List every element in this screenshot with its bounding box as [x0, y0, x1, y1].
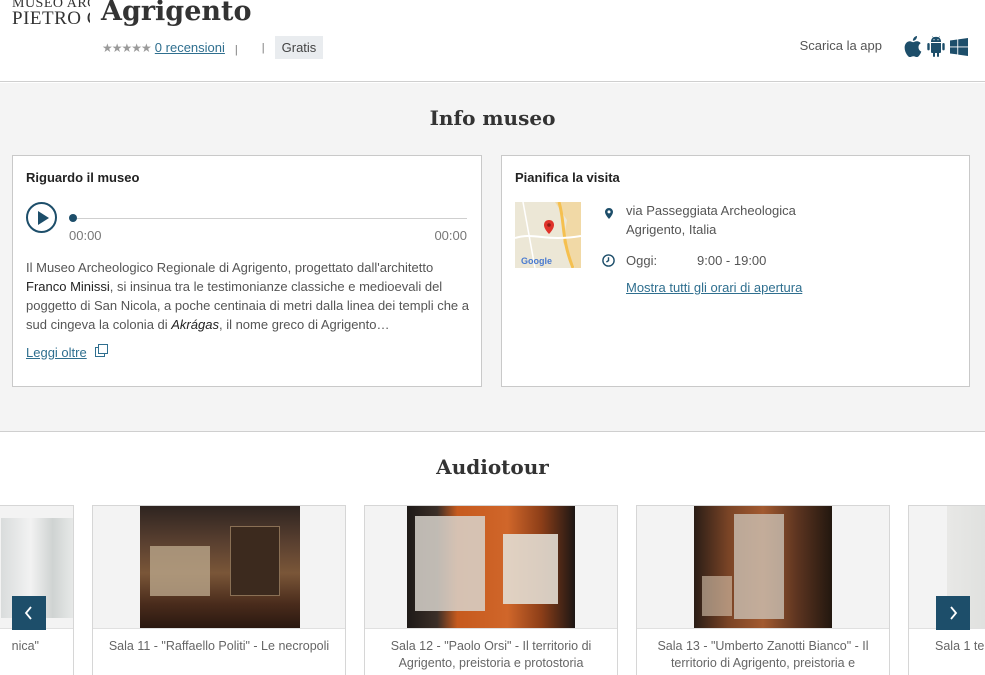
- audiotour-caption: Sala 12 - "Paolo Orsi" - Il territorio d…: [365, 628, 617, 675]
- audiotour-caption: Sala 13 - "Umberto Zanotti Bianco" - Il …: [637, 628, 889, 675]
- title-meta: ★★★★★ 0 recensioni | | Gratis: [102, 35, 324, 60]
- map-attribution: Google: [521, 256, 552, 266]
- carousel-next-button[interactable]: [936, 596, 970, 630]
- windows-icon[interactable]: [950, 36, 968, 57]
- audiotour-item[interactable]: nica": [0, 505, 74, 675]
- about-card-title: Riguardo il museo: [26, 170, 140, 185]
- museum-description: Il Museo Archeologico Regionale di Agrig…: [26, 258, 476, 334]
- audiotour-item[interactable]: Sala 11 - "Raffaello Politi" - Le necrop…: [92, 505, 346, 675]
- page-title: Agrigento: [101, 0, 252, 27]
- app-store-icons: [903, 36, 968, 57]
- address-line-2: Agrigento, Italia: [626, 222, 717, 237]
- audiotour-section: Audiotour nica" Sala 11 - "Raffaello Pol…: [0, 433, 985, 675]
- map-thumbnail[interactable]: Google: [515, 202, 581, 268]
- audio-duration: 00:00: [434, 228, 467, 243]
- location-pin-icon: [605, 206, 613, 224]
- museum-logo[interactable]: MUSEO ARCH PIETRO GRIFFO: [12, 0, 90, 34]
- info-section: Info museo Riguardo il museo 00:00 00:00…: [0, 83, 985, 432]
- audiotour-item[interactable]: Sala 13 - "Umberto Zanotti Bianco" - Il …: [636, 505, 890, 675]
- read-more-link[interactable]: Leggi oltre: [26, 345, 87, 360]
- audiotour-caption: Sala 1 terri: [909, 628, 985, 675]
- visit-card-title: Pianifica la visita: [515, 170, 620, 185]
- apple-icon[interactable]: [903, 36, 922, 57]
- download-app-label: Scarica la app: [799, 38, 882, 53]
- audiotour-caption: Sala 11 - "Raffaello Politi" - Le necrop…: [93, 628, 345, 675]
- info-section-title: Info museo: [429, 106, 556, 130]
- today-hours: 9:00 - 19:00: [697, 253, 767, 268]
- price-badge: Gratis: [274, 36, 324, 59]
- carousel-prev-button[interactable]: [12, 596, 46, 630]
- chevron-right-icon: [950, 606, 958, 620]
- audiotour-item[interactable]: Sala 1 terri: [908, 505, 985, 675]
- all-opening-hours-link[interactable]: Mostra tutti gli orari di apertura: [626, 280, 802, 295]
- audio-progress-track[interactable]: [71, 218, 467, 219]
- audiotour-photo: [407, 506, 575, 628]
- description-text: Il Museo Archeologico Regionale di Agrig…: [26, 260, 434, 275]
- greek-name: Akrágas: [171, 317, 219, 332]
- about-museum-card: Riguardo il museo 00:00 00:00 Il Museo A…: [12, 155, 482, 387]
- description-text: , il nome greco di Agrigento…: [218, 317, 390, 332]
- architect-name: Franco Minissi: [26, 279, 110, 294]
- audiotour-section-title: Audiotour: [436, 455, 549, 479]
- address-line-1: via Passeggiata Archeologica: [626, 203, 796, 218]
- clock-icon: [602, 254, 615, 272]
- plan-visit-card: Pianifica la visita Google via Passeggia…: [501, 155, 970, 387]
- audiotour-caption: nica": [0, 628, 73, 675]
- separator: |: [261, 42, 265, 54]
- today-label: Oggi:: [626, 253, 658, 268]
- header: MUSEO ARCH PIETRO GRIFFO Agrigento ★★★★★…: [0, 0, 985, 82]
- external-link-icon[interactable]: [95, 344, 108, 357]
- audiotour-photo: [694, 506, 832, 628]
- separator: |: [234, 43, 238, 56]
- android-icon[interactable]: [927, 36, 945, 57]
- rating-stars: ★★★★★: [102, 40, 152, 55]
- play-button[interactable]: [26, 202, 57, 233]
- chevron-left-icon: [24, 606, 32, 620]
- logo-line-2: PIETRO GRIFFO: [12, 8, 90, 29]
- audio-progress-handle[interactable]: [69, 214, 77, 222]
- audiotour-item[interactable]: Sala 12 - "Paolo Orsi" - Il territorio d…: [364, 505, 618, 675]
- audiotour-photo: [140, 506, 300, 628]
- audio-current-time: 00:00: [69, 228, 102, 243]
- reviews-link[interactable]: 0 recensioni: [155, 40, 225, 55]
